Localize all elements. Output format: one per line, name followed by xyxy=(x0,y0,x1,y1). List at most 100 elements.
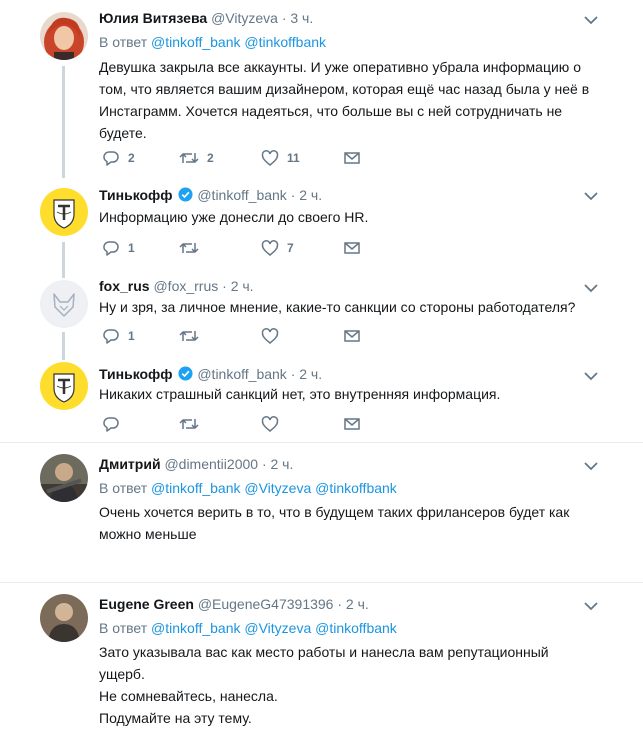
avatar-tinkoff[interactable] xyxy=(40,362,88,410)
reply-mentions[interactable]: @tinkoff_bank @tinkoffbank xyxy=(151,34,326,50)
text-line: Не сомневайтесь, нанесла. xyxy=(99,688,278,704)
reply-to: В ответ @tinkoff_bank @tinkoffbank xyxy=(99,34,326,50)
reply-button[interactable] xyxy=(102,415,120,433)
tweet-header: Юлия Витязева @Vityzeva · 3 ч. xyxy=(99,9,313,27)
like-button[interactable] xyxy=(261,327,279,345)
tweet-dmitriy[interactable]: Дмитрий @dimentii2000 · 2 ч. В ответ @ti… xyxy=(0,443,643,582)
tweet-header: Тинькофф @tinkoff_bank · 2 ч. xyxy=(99,365,322,383)
tweet-time[interactable]: · 2 ч. xyxy=(291,366,322,382)
tweet-text: Очень хочется верить в то, что в будущем… xyxy=(99,501,594,545)
tweet-text: Девушка закрыла все аккаунты. И уже опер… xyxy=(99,56,594,144)
reply-to: В ответ @tinkoff_bank @Vityzeva @tinkoff… xyxy=(99,480,397,496)
reply-count: 1 xyxy=(128,329,135,343)
avatar-vityzeva[interactable] xyxy=(40,12,88,60)
author-handle[interactable]: @Vityzeva xyxy=(211,10,278,26)
tweet-time[interactable]: · 3 ч. xyxy=(282,10,313,26)
text-line: Инстаграмм. Хочется надеяться, что больш… xyxy=(99,103,563,119)
text-line: Очень хочется верить в то, что в будущем… xyxy=(99,504,570,520)
tweet-actions: 1 xyxy=(99,327,369,347)
avatar-dmitriy[interactable] xyxy=(40,454,88,502)
like-button[interactable]: 7 xyxy=(261,239,294,257)
author-name[interactable]: Дмитрий xyxy=(99,456,161,472)
tweet-vityzeva[interactable]: Юлия Витязева @Vityzeva · 3 ч. В ответ @… xyxy=(0,0,643,180)
reply-prefix: В ответ xyxy=(99,480,148,496)
like-button[interactable]: 11 xyxy=(261,149,300,167)
chevron-down-icon[interactable] xyxy=(583,12,599,28)
tweet-actions: 1 7 xyxy=(99,239,369,259)
tweet-eugene-green[interactable]: Eugene Green @EugeneG47391396 · 2 ч. В о… xyxy=(0,583,643,726)
dm-icon xyxy=(344,242,360,254)
tweet-header: Тинькофф @tinkoff_bank · 2 ч. xyxy=(99,186,322,204)
tweet-header: fox_rus @fox_rrus · 2 ч. xyxy=(99,277,254,295)
chevron-down-icon[interactable] xyxy=(583,458,599,474)
retweet-icon xyxy=(179,419,199,429)
like-button[interactable] xyxy=(261,415,279,433)
reply-prefix: В ответ xyxy=(99,620,148,636)
reply-count: 1 xyxy=(128,241,135,255)
author-handle[interactable]: @EugeneG47391396 xyxy=(198,596,334,612)
chevron-down-icon[interactable] xyxy=(583,368,599,384)
avatar-fox-rus[interactable] xyxy=(40,280,88,328)
tweet-header: Дмитрий @dimentii2000 · 2 ч. xyxy=(99,455,293,473)
retweet-icon xyxy=(179,153,199,163)
dm-button[interactable] xyxy=(343,149,361,167)
retweet-icon xyxy=(179,243,199,253)
avatar-tinkoff[interactable] xyxy=(40,188,88,236)
reply-mentions[interactable]: @tinkoff_bank @Vityzeva @tinkoffbank xyxy=(151,480,397,496)
dm-button[interactable] xyxy=(343,327,361,345)
chevron-down-icon[interactable] xyxy=(583,188,599,204)
author-name[interactable]: fox_rus xyxy=(99,278,150,294)
reply-button[interactable]: 2 xyxy=(102,149,135,167)
tweet-time[interactable]: · 2 ч. xyxy=(222,278,253,294)
tweet-header: Eugene Green @EugeneG47391396 · 2 ч. xyxy=(99,595,369,613)
text-line: Подумайте на эту тему. xyxy=(99,710,252,726)
reply-button[interactable]: 1 xyxy=(102,239,135,257)
tweet-text: Информацию уже донесли до своего HR. xyxy=(99,206,594,228)
thread-line xyxy=(62,332,65,348)
like-icon xyxy=(261,416,279,432)
text-line: Никаких страшный санкций нет, это внутре… xyxy=(99,386,501,402)
reply-button[interactable]: 1 xyxy=(102,327,135,345)
author-handle[interactable]: @tinkoff_bank xyxy=(197,366,286,382)
like-icon xyxy=(261,240,279,256)
text-line: том, что является вашим дизайнером, кото… xyxy=(99,81,590,97)
thread-line xyxy=(62,348,65,360)
verified-badge-icon xyxy=(178,187,193,202)
text-line: Девушка закрыла все аккаунты. И уже опер… xyxy=(99,59,581,75)
chevron-down-icon[interactable] xyxy=(583,598,599,614)
reply-prefix: В ответ xyxy=(99,34,148,50)
author-handle[interactable]: @fox_rrus xyxy=(153,278,218,294)
tweet-fox-rus[interactable]: fox_rus @fox_rrus · 2 ч. Ну и зря, за ли… xyxy=(0,264,643,348)
author-handle[interactable]: @tinkoff_bank xyxy=(197,187,286,203)
author-handle[interactable]: @dimentii2000 xyxy=(164,456,258,472)
verified-badge-icon xyxy=(178,366,193,381)
like-icon xyxy=(261,328,279,344)
text-line: можно меньше xyxy=(99,526,197,542)
tweet-text: Никаких страшный санкций нет, это внутре… xyxy=(99,383,594,405)
dm-button[interactable] xyxy=(343,239,361,257)
tweet-time[interactable]: · 2 ч. xyxy=(262,456,293,472)
avatar-eugene-green[interactable] xyxy=(40,594,88,642)
retweet-button[interactable]: 2 xyxy=(179,149,214,167)
tweet-tinkoff-2[interactable]: Тинькофф @tinkoff_bank · 2 ч. Никаких ст… xyxy=(0,348,643,442)
text-line: Ну и зря, за личное мнение, какие-то сан… xyxy=(99,299,576,315)
text-line: Информацию уже донесли до своего HR. xyxy=(99,209,369,225)
tweet-tinkoff-1[interactable]: Тинькофф @tinkoff_bank · 2 ч. Информацию… xyxy=(0,180,643,264)
author-name[interactable]: Тинькофф xyxy=(99,366,173,382)
retweet-button[interactable] xyxy=(179,415,199,433)
reply-mentions[interactable]: @tinkoff_bank @Vityzeva @tinkoffbank xyxy=(151,620,397,636)
author-name[interactable]: Eugene Green xyxy=(99,596,194,612)
retweet-button[interactable] xyxy=(179,239,199,257)
dm-button[interactable] xyxy=(343,415,361,433)
chevron-down-icon[interactable] xyxy=(583,280,599,296)
reply-count: 2 xyxy=(128,151,135,165)
author-name[interactable]: Юлия Витязева xyxy=(99,10,207,26)
tweet-time[interactable]: · 2 ч. xyxy=(291,187,322,203)
reply-icon xyxy=(103,241,119,256)
reply-icon xyxy=(103,329,119,344)
tweet-time[interactable]: · 2 ч. xyxy=(337,596,368,612)
retweet-icon xyxy=(179,331,199,341)
author-name[interactable]: Тинькофф xyxy=(99,187,173,203)
retweet-button[interactable] xyxy=(179,327,199,345)
like-count: 11 xyxy=(287,151,300,165)
